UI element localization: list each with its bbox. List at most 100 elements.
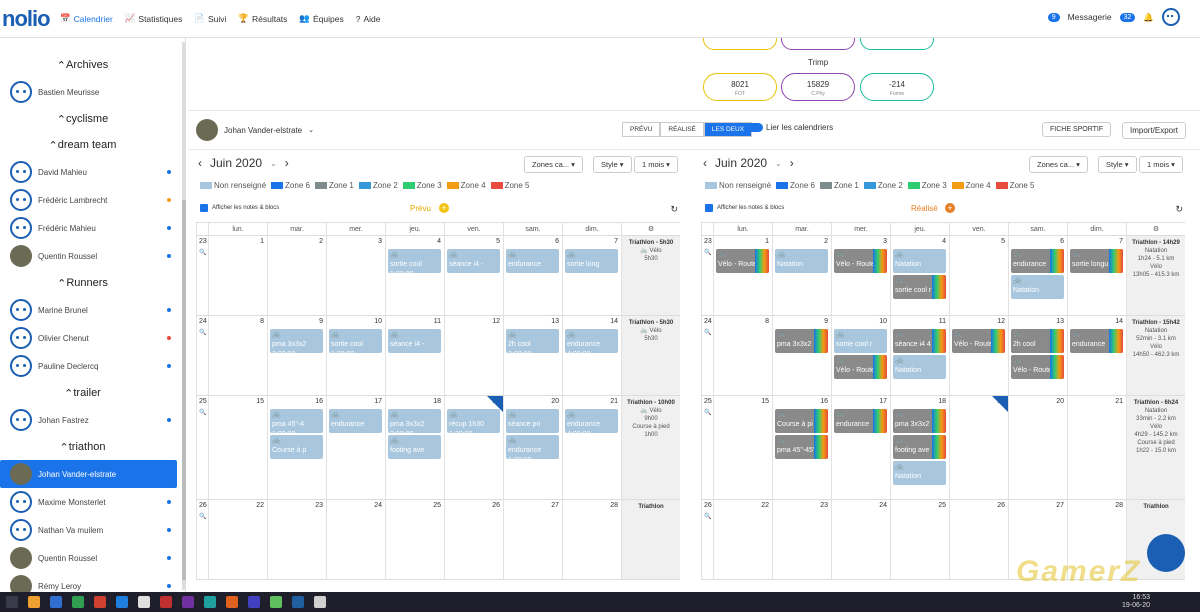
sidebar-group-14[interactable]: ⌃ triathon	[0, 434, 185, 460]
refresh-icon[interactable]: ↻	[1175, 204, 1183, 215]
month-dropdown-icon[interactable]: ⌄	[270, 159, 277, 168]
day-cell[interactable]: 26	[949, 500, 1008, 579]
day-cell[interactable]: 2	[267, 236, 326, 315]
day-cell[interactable]: 8	[208, 316, 267, 395]
nav-4[interactable]: 👥 Équipes	[299, 13, 343, 24]
workout-event[interactable]: 🚲 Vélo - Route	[952, 329, 1005, 353]
taskbar-app-icon[interactable]	[270, 596, 282, 608]
day-cell[interactable]: 22	[208, 500, 267, 579]
nav-1[interactable]: 📈 Statistiques	[125, 13, 183, 24]
day-cell[interactable]: 23	[772, 500, 831, 579]
day-cell[interactable]: 11 🚲 séance i4 -	[385, 316, 444, 395]
workout-event[interactable]: 🚲 endurance	[1011, 249, 1064, 273]
day-cell[interactable]: 17 🚲 endurance	[326, 396, 385, 499]
workout-event[interactable]: 🚲 Natation	[775, 249, 828, 273]
workout-event[interactable]: 🚲 séance i4 -	[388, 329, 441, 353]
workout-event[interactable]: 🚲 2h cool	[1011, 329, 1064, 353]
add-icon[interactable]: +	[439, 203, 449, 213]
workout-event[interactable]: 🚲 Natation	[893, 461, 946, 485]
day-cell[interactable]: 23	[267, 500, 326, 579]
next-month-icon[interactable]: ›	[285, 156, 289, 170]
athlete-select[interactable]: Johan Vander-elstrate ⌄	[196, 119, 314, 141]
fiche-sportif-button[interactable]: FICHE SPORTIF	[1042, 122, 1112, 137]
workout-event[interactable]: 🚲 Vélo - Route	[834, 355, 887, 379]
workout-event[interactable]: 🚲 Natation	[893, 249, 946, 273]
bell-icon[interactable]: 🔔	[1143, 12, 1154, 23]
select-2[interactable]: 1 mois ▾	[634, 156, 678, 173]
taskbar-app-icon[interactable]	[138, 596, 150, 608]
workout-event[interactable]: 🚲 sortie cool 1:30:00	[388, 249, 441, 273]
taskbar-app-icon[interactable]	[314, 596, 326, 608]
day-cell[interactable]: 20	[1008, 396, 1067, 499]
workout-event[interactable]: 🚲 endurance	[834, 409, 887, 433]
workout-event[interactable]: 🚲 séance pri	[506, 409, 559, 433]
day-cell[interactable]: 11 🚲 séance i4 4 🚲 Natation	[890, 316, 949, 395]
workout-event[interactable]: 🚲 Vélo - Route	[834, 249, 887, 273]
day-cell[interactable]: 3 🚲 Vélo - Route	[831, 236, 890, 315]
day-cell[interactable]: 28	[562, 500, 621, 579]
day-cell[interactable]: 25	[385, 500, 444, 579]
workout-event[interactable]: 🚲 Natation	[893, 355, 946, 379]
day-cell[interactable]: 7 🚲 sortie long	[562, 236, 621, 315]
workout-event[interactable]: 🚲 pma 45"-4 1:00:00	[270, 409, 323, 433]
workout-event[interactable]: 🚲 Natation	[1011, 275, 1064, 299]
workout-event[interactable]: 🚲 sortie cool r	[834, 329, 887, 353]
workout-event[interactable]: 🚲 endurance 1:00:00	[506, 435, 559, 459]
workout-event[interactable]: 🚲 2h cool 2:00:00	[506, 329, 559, 353]
workout-event[interactable]: 🚲 séance i4 4	[893, 329, 946, 353]
sidebar-item-athlete[interactable]: Quentin Roussel	[0, 242, 185, 270]
nolio-logo[interactable]: nolio	[2, 6, 60, 32]
day-cell[interactable]: 9 🚲 pma 3x3x2 2:00:00	[267, 316, 326, 395]
sidebar-group-0[interactable]: ⌃ Archives	[0, 52, 185, 78]
day-cell[interactable]: 16 🚲 Course à pi 🚲 pma 45"-45"	[772, 396, 831, 499]
sidebar-item-partial[interactable]	[0, 38, 185, 52]
select-1[interactable]: Style ▾	[1098, 156, 1137, 173]
day-cell[interactable]: 14 🚲 endurance	[1067, 316, 1126, 395]
nav-0[interactable]: 📅 Calendrier	[60, 13, 113, 24]
prev-month-icon[interactable]: ‹	[703, 156, 707, 170]
day-cell[interactable]: 6 🚲 endurance	[503, 236, 562, 315]
taskbar-app-icon[interactable]	[204, 596, 216, 608]
sidebar-item-athlete[interactable]: Maxime Monsterlet	[0, 488, 185, 516]
taskbar-app-icon[interactable]	[94, 596, 106, 608]
workout-event[interactable]: 🚲 Vélo - Route	[1011, 355, 1064, 379]
day-cell[interactable]: 25	[890, 500, 949, 579]
view-btn-0[interactable]: PRÉVU	[622, 122, 661, 137]
workout-event[interactable]: 🚲 séance i4 -	[447, 249, 500, 273]
workout-event[interactable]: 🚲 endurance 4:00:00	[565, 409, 618, 433]
day-cell[interactable]: 17 🚲 endurance	[831, 396, 890, 499]
sidebar-group-3[interactable]: ⌃ dream team	[0, 132, 185, 158]
settings-icon[interactable]: ⚙	[1126, 223, 1185, 235]
taskbar-app-icon[interactable]	[116, 596, 128, 608]
search-icon[interactable]: 🔍	[199, 409, 206, 416]
day-cell[interactable]: 18 🚲 pma 3x3x2 2:00:00 🚲 footing ave	[385, 396, 444, 499]
day-cell[interactable]: 14 🚲 endurance 4:00:00	[562, 316, 621, 395]
day-cell[interactable]: 27	[503, 500, 562, 579]
select-0[interactable]: Zones ca... ▾	[524, 156, 583, 173]
nav-3[interactable]: 🏆 Résultats	[238, 13, 287, 24]
day-cell[interactable]: 16 🚲 pma 45"-4 1:00:00 🚲 Course à p	[267, 396, 326, 499]
workout-event[interactable]: 🚲 Vélo - Route	[716, 249, 769, 273]
user-avatar[interactable]	[1162, 8, 1180, 26]
workout-event[interactable]: 🚲 sortie long	[565, 249, 618, 273]
workout-event[interactable]: 🚲 Course à p	[270, 435, 323, 459]
taskbar-app-icon[interactable]	[72, 596, 84, 608]
settings-icon[interactable]: ⚙	[621, 223, 680, 235]
day-cell[interactable]: 15	[713, 396, 772, 499]
day-cell[interactable]: 20 🚲 séance pri 🚲 endurance 1:00:00	[503, 396, 562, 499]
day-cell[interactable]: 1	[208, 236, 267, 315]
search-icon[interactable]: 🔍	[199, 329, 206, 336]
day-cell[interactable]: 5	[949, 236, 1008, 315]
day-cell[interactable]: 6 🚲 endurance 🚲 Natation	[1008, 236, 1067, 315]
workout-event[interactable]: 🚲 sortie longu	[1070, 249, 1123, 273]
sidebar-item-athlete[interactable]: Nathan Va muilem	[0, 516, 185, 544]
workout-event[interactable]: 🚲 footing ave	[893, 435, 946, 459]
sidebar-item-athlete[interactable]: Rémy Leroy	[0, 572, 185, 592]
select-2[interactable]: 1 mois ▾	[1139, 156, 1183, 173]
day-cell[interactable]: 24	[831, 500, 890, 579]
taskbar-app-icon[interactable]	[6, 596, 18, 608]
add-icon[interactable]: +	[945, 203, 955, 213]
day-cell[interactable]: 22	[713, 500, 772, 579]
select-1[interactable]: Style ▾	[593, 156, 632, 173]
workout-event[interactable]: 🚲 endurance	[1070, 329, 1123, 353]
